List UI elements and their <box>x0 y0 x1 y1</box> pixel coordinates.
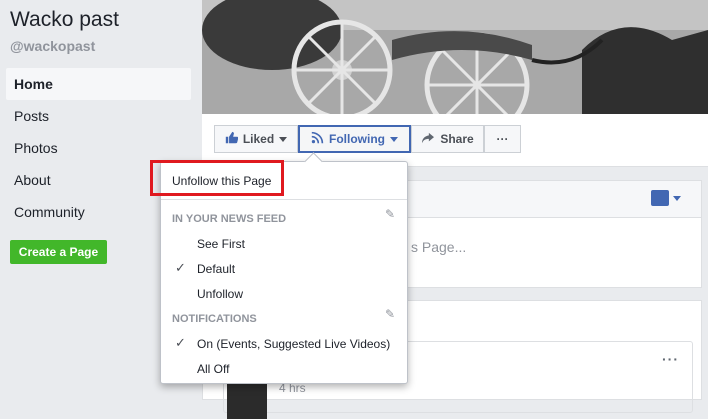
following-label: Following <box>329 132 385 146</box>
notifications-on[interactable]: On (Events, Suggested Live Videos) <box>197 337 390 351</box>
more-options-button[interactable]: ··· <box>484 125 521 153</box>
share-label: Share <box>440 132 474 146</box>
page-handle[interactable]: @wackopast <box>10 38 95 54</box>
share-button[interactable]: Share <box>411 125 484 153</box>
highlight-box <box>150 160 284 196</box>
chevron-down-icon <box>279 136 288 142</box>
cover-photo-image <box>202 0 708 114</box>
check-icon: ✓ <box>175 260 186 275</box>
thumbs-up-icon <box>225 131 239 147</box>
pencil-icon[interactable]: ✎ <box>385 207 395 221</box>
chevron-down-icon[interactable] <box>673 196 681 201</box>
news-feed-unfollow[interactable]: Unfollow <box>197 287 243 301</box>
share-arrow-icon <box>421 132 435 147</box>
news-feed-see-first[interactable]: See First <box>197 237 245 251</box>
news-feed-heading: IN YOUR NEWS FEED <box>172 213 287 225</box>
notifications-heading: NOTIFICATIONS <box>172 313 257 325</box>
pencil-icon[interactable]: ✎ <box>385 307 395 321</box>
create-page-button[interactable]: Create a Page <box>10 240 107 264</box>
nav-item-posts[interactable]: Posts <box>6 100 191 132</box>
liked-button[interactable]: Liked <box>214 125 298 153</box>
nav-item-home[interactable]: Home <box>6 68 191 100</box>
cover-photo[interactable] <box>202 0 708 114</box>
rss-icon <box>311 131 324 147</box>
post-more-icon[interactable]: ··· <box>662 351 679 367</box>
page-avatar-icon[interactable] <box>651 190 669 206</box>
check-icon: ✓ <box>175 335 186 350</box>
page-title[interactable]: Wacko past <box>10 8 119 32</box>
notifications-all-off[interactable]: All Off <box>197 362 229 376</box>
news-feed-default[interactable]: Default <box>197 262 235 276</box>
avatar[interactable] <box>227 379 267 419</box>
chevron-down-icon <box>390 136 398 142</box>
divider <box>161 199 407 200</box>
composer-placeholder[interactable]: s Page... <box>411 239 466 255</box>
following-button[interactable]: Following <box>298 125 411 153</box>
liked-label: Liked <box>242 132 275 146</box>
